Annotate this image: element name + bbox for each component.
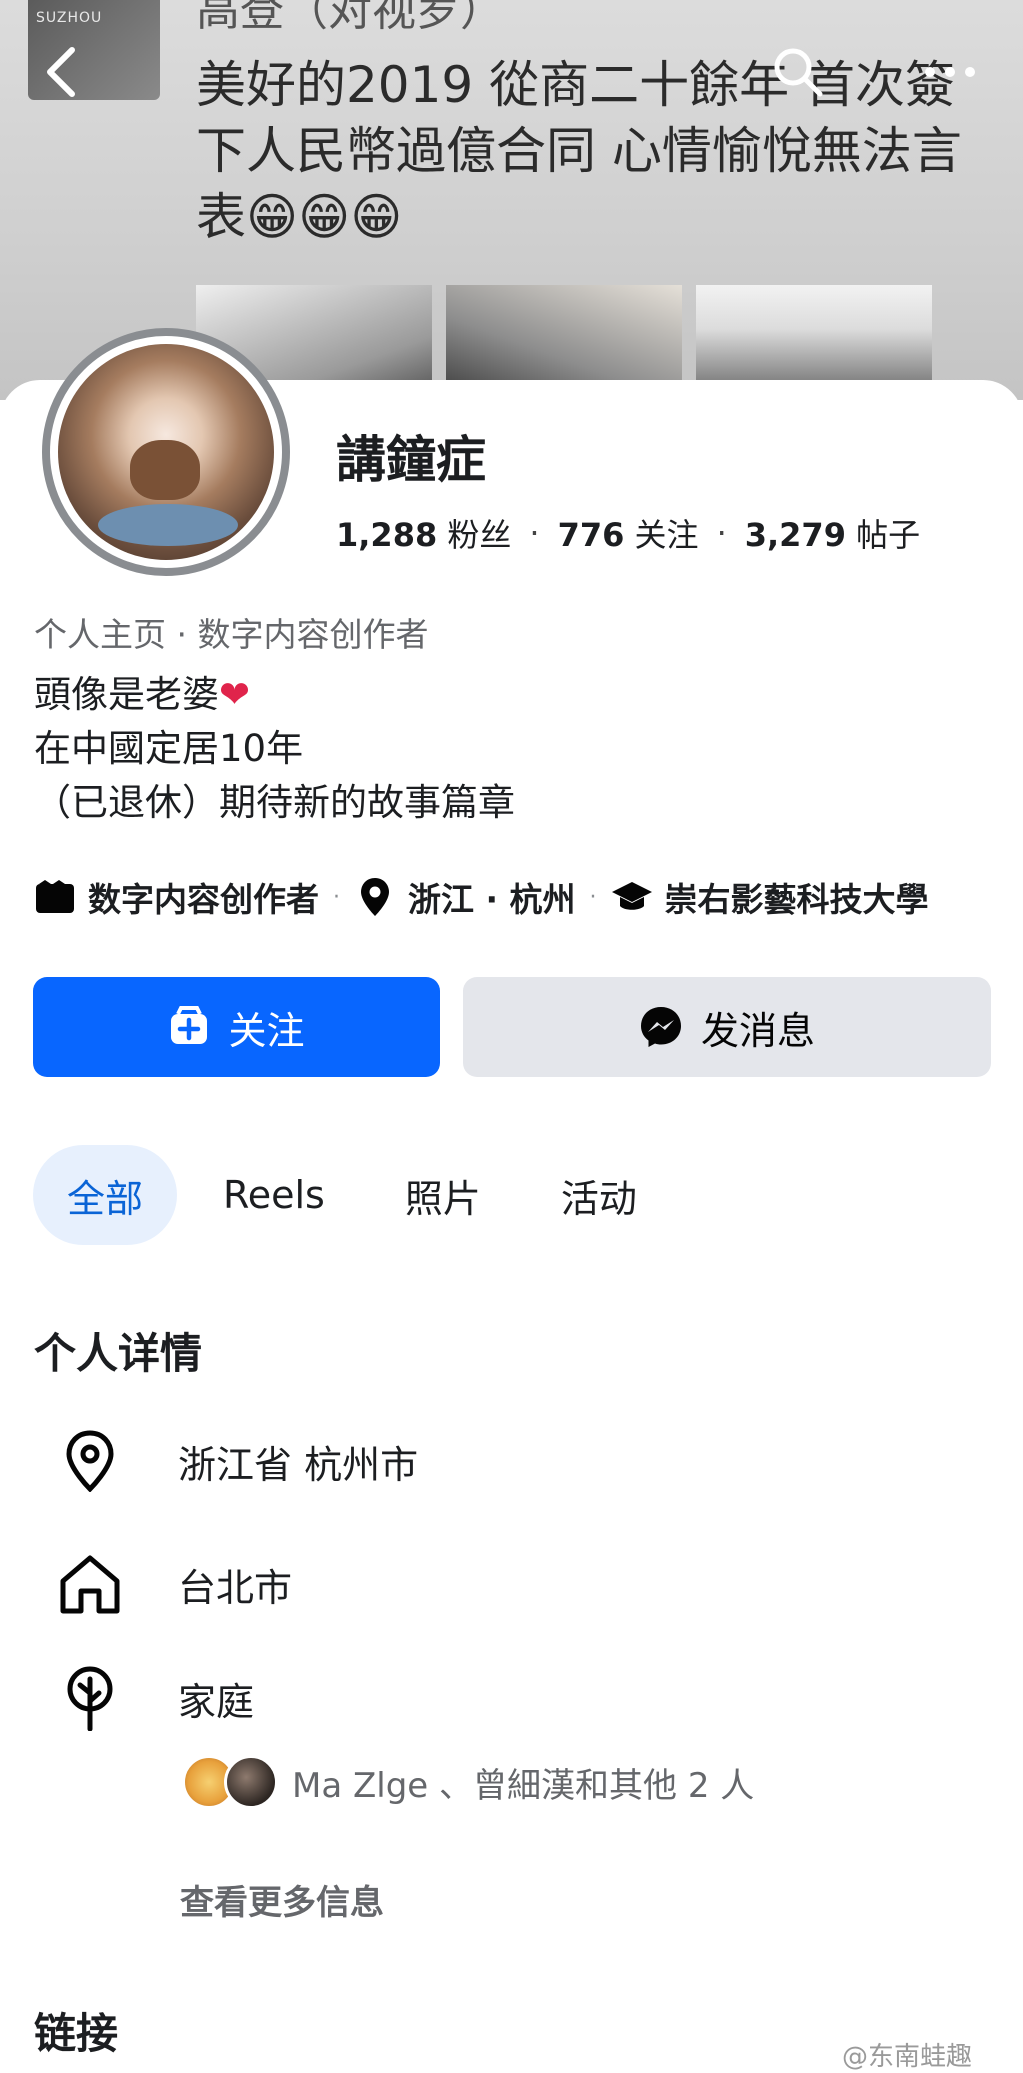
see-more-info-link[interactable]: 查看更多信息	[180, 1875, 384, 1924]
video-clapper-icon	[34, 876, 76, 918]
stats-separator: ·	[716, 514, 727, 552]
family-members[interactable]: Ma Zlge 、曾細漢和其他 2 人	[182, 1755, 754, 1809]
more-horizontal-icon	[925, 67, 975, 77]
bio-line-2: 在中國定居10年	[34, 727, 304, 770]
message-button[interactable]: 发消息	[463, 977, 991, 1077]
chevron-left-icon	[47, 47, 75, 97]
follow-button[interactable]: 关注	[33, 977, 440, 1077]
add-friend-icon	[168, 1006, 210, 1048]
meta-location[interactable]: 浙江 · 杭州	[408, 873, 576, 921]
cover-photo-strip	[196, 285, 932, 395]
family-tree-icon	[54, 1662, 126, 1734]
following-count: 776	[557, 516, 625, 554]
search-icon	[774, 48, 823, 97]
detail-hometown[interactable]: 台北市	[54, 1548, 292, 1620]
avatar	[224, 1755, 278, 1809]
cover-photo-3	[696, 285, 932, 395]
following-stat[interactable]: 776 关注	[558, 510, 699, 556]
location-pin-icon	[354, 876, 396, 918]
posts-stat[interactable]: 3,279 帖子	[745, 510, 920, 556]
watermark: @东南蛙趣	[842, 2042, 973, 2072]
profile-avatar[interactable]	[42, 328, 290, 576]
detail-family[interactable]: 家庭	[54, 1662, 254, 1734]
profile-bio: 頭像是老婆❤ 在中國定居10年 （已退休）期待新的故事篇章	[34, 668, 515, 830]
tab-events[interactable]: 活动	[527, 1145, 671, 1245]
cover-post-text: 美好的2019 從商二十餘年 首次簽下人民幣過億合同 心情愉悅無法言表😁😁😁	[196, 56, 962, 246]
links-section-title: 链接	[34, 2009, 119, 2058]
cover-photo-2	[446, 285, 682, 395]
posts-label: 帖子	[856, 516, 921, 554]
bio-line-3: （已退休）期待新的故事篇章	[34, 781, 515, 824]
family-members-text: Ma Zlge 、曾細漢和其他 2 人	[292, 1765, 755, 1806]
detail-family-label: 家庭	[178, 1679, 255, 1724]
home-icon	[54, 1548, 126, 1620]
message-button-label: 发消息	[700, 1008, 815, 1053]
followers-stat[interactable]: 1,288 粉丝	[336, 510, 511, 556]
cover-top-text: 高登（对视罗）	[196, 0, 504, 36]
bio-line-1: 頭像是老婆❤	[34, 668, 515, 722]
tab-photos[interactable]: 照片	[371, 1145, 515, 1245]
heart-emoji: ❤	[219, 673, 251, 716]
search-button[interactable]	[766, 40, 830, 104]
posts-count: 3,279	[744, 516, 846, 554]
cover-thumbnail-caption: SUZHOU	[36, 10, 103, 26]
profile-meta-row: 数字内容创作者 · 浙江 · 杭州 · 崇右影藝科技大學	[34, 873, 929, 921]
profile-stats: 1,288 粉丝 · 776 关注 · 3,279 帖子	[336, 510, 920, 556]
stats-separator: ·	[529, 514, 540, 552]
messenger-icon	[639, 1005, 683, 1049]
graduation-cap-icon	[611, 876, 653, 918]
avatar-plate-detail	[98, 504, 238, 546]
avatar-bear-detail	[130, 440, 200, 500]
meta-dot: ·	[333, 884, 340, 910]
location-pin-icon	[54, 1425, 126, 1497]
profile-name: 講鐘症	[336, 431, 486, 489]
bio-line-1-text: 頭像是老婆	[34, 673, 219, 716]
profile-tabs: 全部 Reels 照片 活动	[33, 1145, 683, 1245]
detail-current-city-text: 浙江省 杭州市	[178, 1442, 419, 1487]
details-section-title: 个人详情	[34, 1329, 203, 1378]
detail-hometown-text: 台北市	[178, 1565, 293, 1610]
more-button[interactable]	[918, 40, 982, 104]
following-label: 关注	[634, 516, 699, 554]
detail-current-city[interactable]: 浙江省 杭州市	[54, 1425, 418, 1497]
followers-count: 1,288	[336, 516, 438, 554]
follow-button-label: 关注	[228, 1008, 305, 1053]
meta-school[interactable]: 崇右影藝科技大學	[665, 873, 929, 921]
meta-category: 数字内容创作者	[88, 880, 319, 919]
avatar-image	[58, 344, 274, 560]
profile-category-line: 个人主页 · 数字内容创作者	[34, 615, 429, 654]
tab-all[interactable]: 全部	[33, 1145, 178, 1245]
meta-dot: ·	[589, 884, 597, 910]
tab-reels[interactable]: Reels	[189, 1145, 359, 1245]
followers-label: 粉丝	[447, 516, 512, 554]
back-button[interactable]	[30, 40, 94, 104]
